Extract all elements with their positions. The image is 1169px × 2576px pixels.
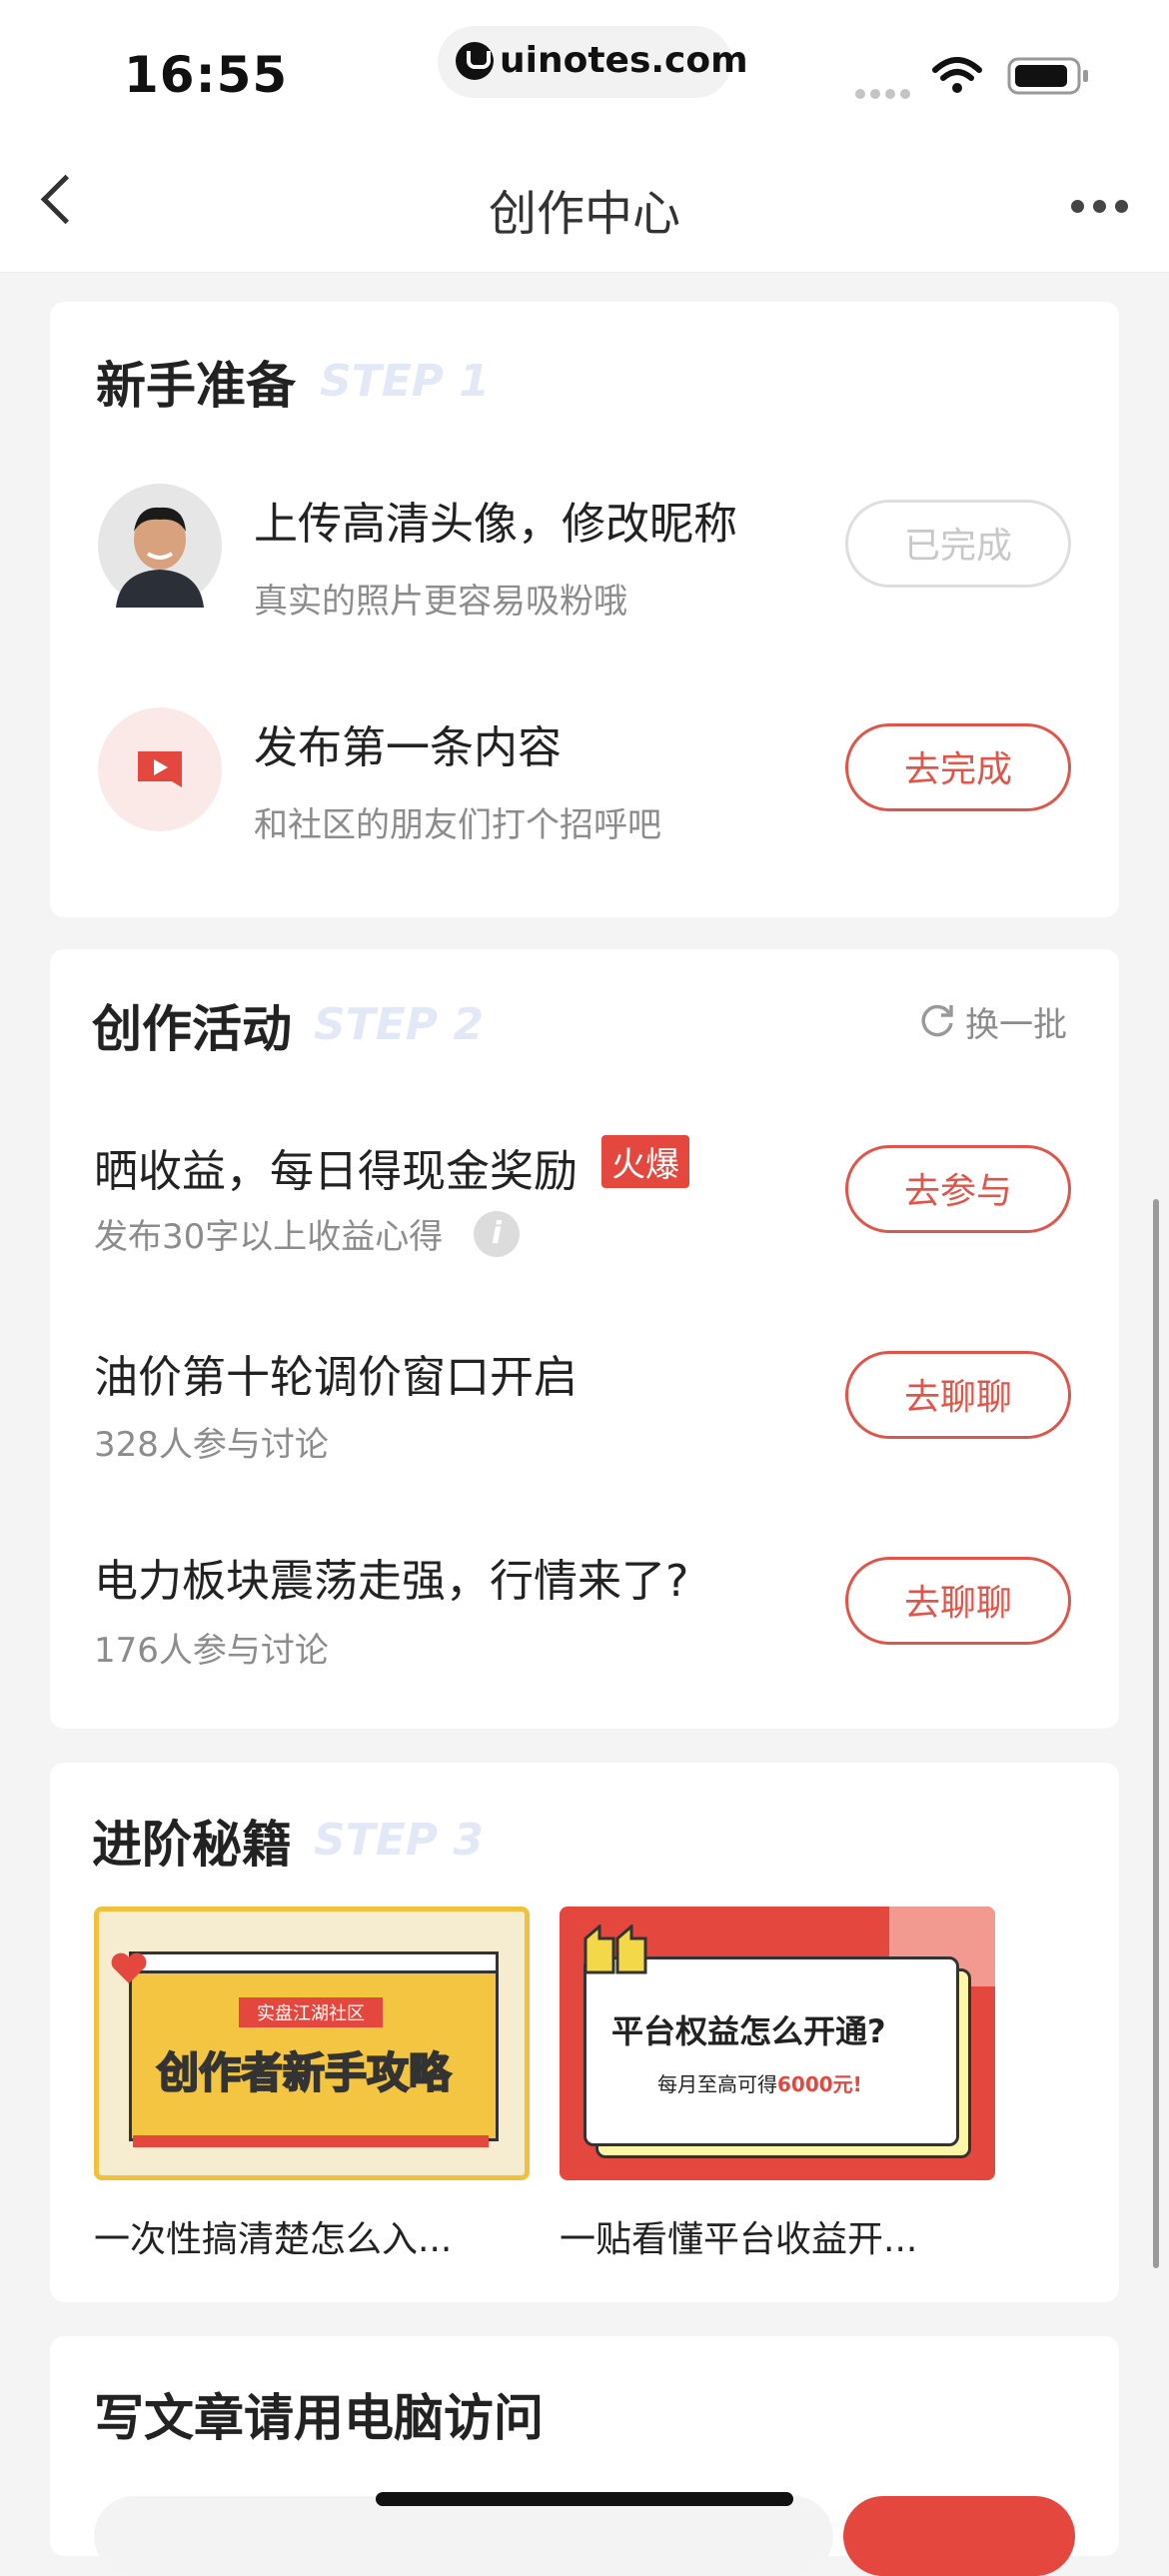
task-subtitle-avatar: 真实的照片更容易吸粉哦 — [254, 582, 627, 622]
refresh-icon[interactable] — [917, 999, 957, 1039]
battery-icon — [1007, 57, 1088, 95]
signal-icon — [855, 84, 915, 103]
publish-icon — [98, 707, 222, 831]
url-text: uinotes.com — [500, 40, 748, 81]
chat-button-power[interactable]: 去聊聊 — [845, 1557, 1071, 1645]
section-title-step1: 新手准备 — [96, 357, 296, 415]
activity-title-power: 电力板块震荡走强，行情来了? — [94, 1556, 689, 1607]
thumb1-title: 创作者新手攻略 — [156, 2047, 452, 2098]
guide-thumbnail-1[interactable]: 实盘江湖社区 创作者新手攻略 — [94, 1907, 530, 2180]
activity-subtitle-income: 发布30字以上收益心得 — [94, 1217, 444, 1257]
section-title-pc: 写文章请用电脑访问 — [94, 2389, 544, 2447]
scrollbar[interactable] — [1153, 1199, 1159, 2268]
thumb2-sub: 每月至高可得6000元! — [657, 2068, 862, 2097]
task-title-publish: 发布第一条内容 — [254, 722, 562, 773]
thumb1-window-bar — [129, 1951, 499, 1973]
hot-badge: 火爆 — [601, 1135, 689, 1188]
chat-button-oil[interactable]: 去聊聊 — [845, 1351, 1071, 1439]
link-field[interactable] — [94, 2496, 833, 2576]
thumb1-tag: 实盘江湖社区 — [239, 1997, 383, 2027]
refresh-label[interactable]: 换一批 — [965, 997, 1067, 1046]
step-label-3: STEP 3 — [314, 1815, 484, 1866]
activity-subtitle-power: 176人参与讨论 — [94, 1631, 329, 1671]
copy-link-button[interactable] — [843, 2496, 1075, 2576]
task-title-avatar: 上传高清头像，修改昵称 — [254, 499, 737, 550]
participate-button[interactable]: 去参与 — [845, 1145, 1071, 1233]
section-title-step2: 创作活动 — [92, 1000, 292, 1058]
go-complete-button[interactable]: 去完成 — [845, 723, 1071, 811]
home-indicator[interactable] — [376, 2492, 793, 2506]
thumb2-sub-text: 每月至高可得 — [657, 2072, 777, 2096]
task-subtitle-publish: 和社区的朋友们打个招呼吧 — [254, 805, 661, 845]
completed-button[interactable]: 已完成 — [845, 500, 1071, 588]
heart-icon — [111, 1952, 147, 1983]
more-icon[interactable] — [1071, 198, 1137, 217]
wifi-icon — [932, 57, 982, 93]
section-title-step3: 进阶秘籍 — [92, 1816, 292, 1874]
avatar — [98, 484, 222, 608]
info-icon[interactable]: i — [474, 1211, 520, 1257]
quote-icon — [584, 1925, 647, 1974]
step-label-1: STEP 1 — [320, 356, 490, 407]
activity-title-income: 晒收益，每日得现金奖励 — [94, 1146, 578, 1197]
status-time: 16:55 — [124, 46, 289, 104]
guide-thumbnail-2[interactable]: 平台权益怎么开通? 每月至高可得6000元! — [560, 1907, 995, 2180]
page-title: 创作中心 — [488, 186, 680, 242]
guide-caption-2[interactable]: 一贴看懂平台收益开... — [560, 2210, 917, 2262]
step-label-2: STEP 2 — [314, 999, 484, 1050]
site-logo-icon — [456, 42, 494, 80]
thumb1-base-strip — [133, 2135, 489, 2147]
thumb2-amount: 6000元! — [777, 2072, 862, 2096]
guide-caption-1[interactable]: 一次性搞清楚怎么入... — [94, 2210, 452, 2262]
activity-subtitle-oil: 328人参与讨论 — [94, 1425, 329, 1465]
thumb2-title: 平台权益怎么开通? — [611, 2012, 886, 2050]
activity-title-oil: 油价第十轮调价窗口开启 — [94, 1352, 578, 1403]
